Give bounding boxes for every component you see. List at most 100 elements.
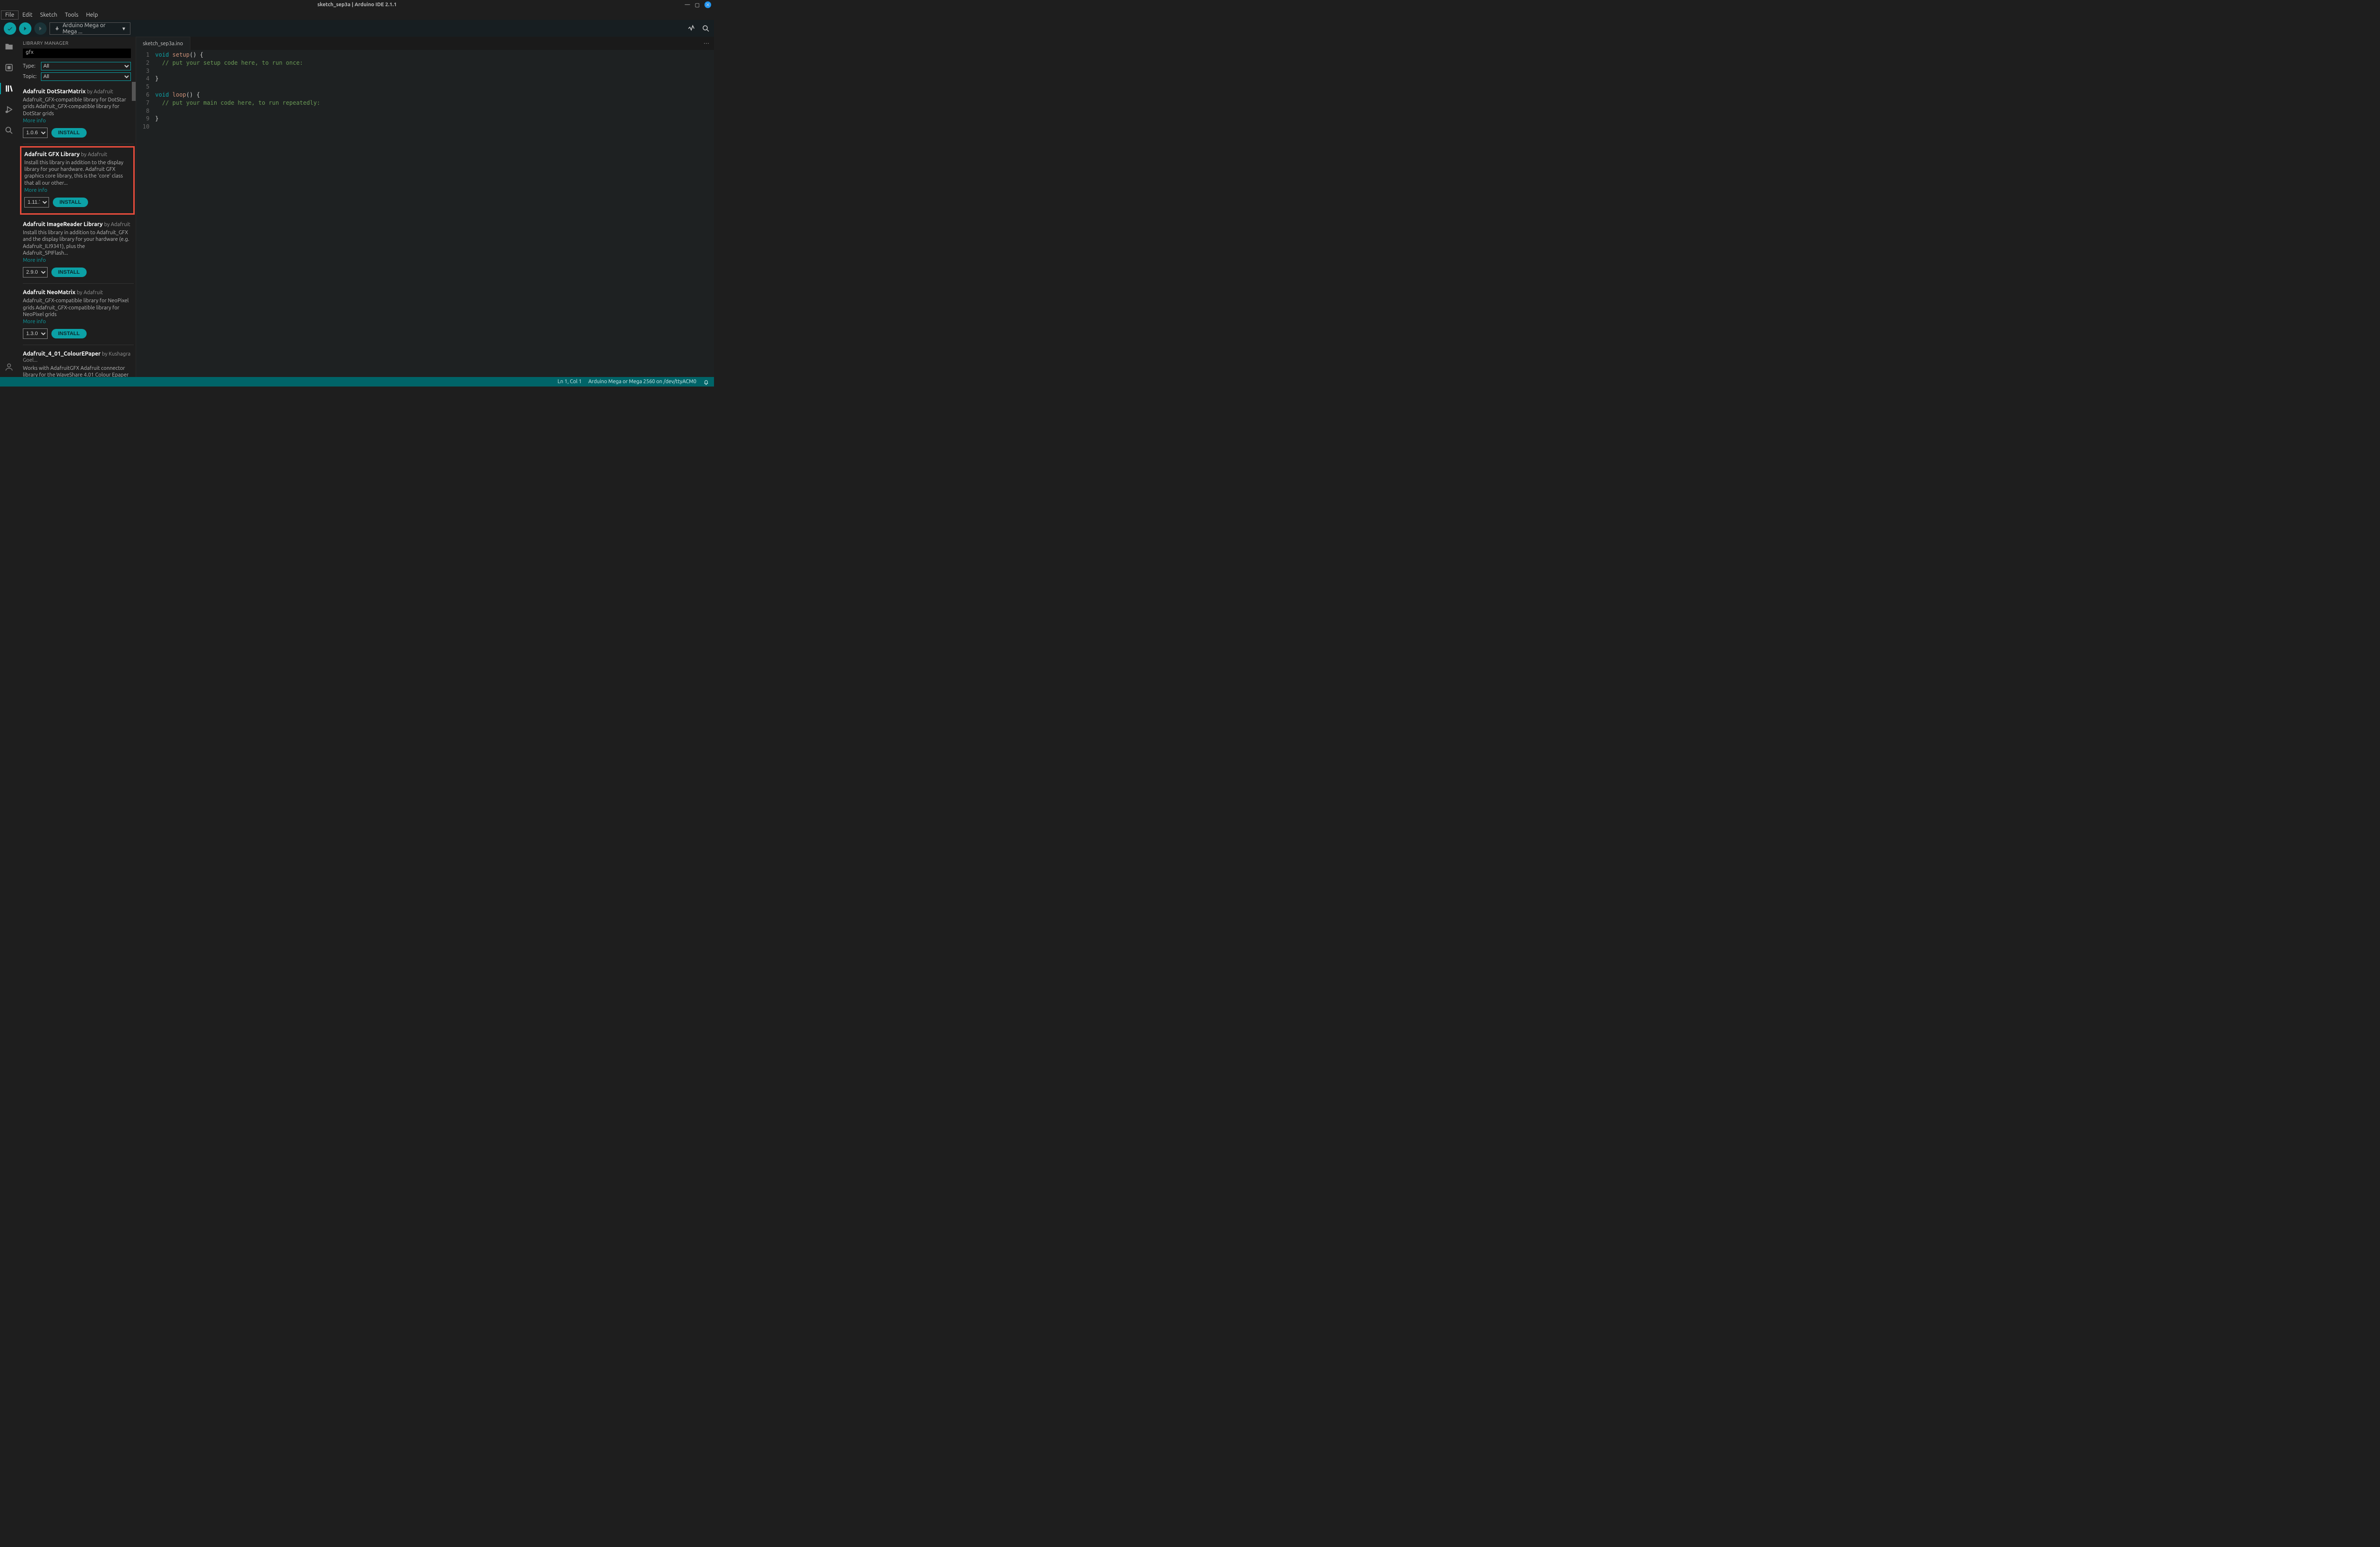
play-debug-icon [37, 25, 44, 32]
status-cursor[interactable]: Ln 1, Col 1 [557, 379, 582, 385]
chevron-down-icon: ▾ [122, 25, 125, 32]
line-number: 7 [136, 99, 149, 107]
filter-topic-row: Topic: All [18, 71, 136, 82]
code-line[interactable]: void loop() { [155, 91, 714, 99]
tab-sketch[interactable]: sketch_sep3a.ino [136, 37, 190, 50]
library-manager-panel: LIBRARY MANAGER gfx Type: All Topic: All… [18, 37, 136, 377]
menu-edit[interactable]: Edit [19, 11, 36, 19]
code-content[interactable]: void setup() { // put your setup code he… [155, 51, 714, 377]
library-manager-icon[interactable] [4, 83, 14, 94]
close-icon[interactable]: ✕ [704, 1, 711, 8]
library-description: Works with AdafruitGFX Adafruit connecto… [23, 365, 131, 377]
library-item[interactable]: Adafruit ImageReader Library by Adafruit… [23, 218, 134, 284]
account-icon[interactable] [4, 362, 14, 372]
install-button[interactable]: INSTALL [53, 198, 88, 207]
line-number: 9 [136, 115, 149, 123]
library-author: by Adafruit [77, 290, 103, 296]
library-description: Adafruit_GFX-compatible library for NeoP… [23, 298, 131, 318]
verify-button[interactable] [4, 22, 16, 35]
filter-type-label: Type: [23, 63, 38, 69]
code-line[interactable]: // put your setup code here, to run once… [155, 59, 714, 67]
code-line[interactable]: // put your main code here, to run repea… [155, 99, 714, 107]
library-name: Adafruit NeoMatrix [23, 289, 76, 296]
install-button[interactable]: INSTALL [51, 329, 87, 338]
toolbar: Arduino Mega or Mega ... ▾ [0, 20, 714, 37]
panel-header: LIBRARY MANAGER [18, 37, 136, 48]
version-select[interactable]: 2.9.0 [23, 267, 48, 278]
code-line[interactable] [155, 107, 714, 115]
filter-type-select[interactable]: All [41, 62, 131, 70]
filter-topic-select[interactable]: All [41, 72, 131, 81]
menubar: File Edit Sketch Tools Help [0, 10, 714, 20]
menu-help[interactable]: Help [82, 11, 102, 19]
main-area: LIBRARY MANAGER gfx Type: All Topic: All… [0, 37, 714, 377]
menu-file[interactable]: File [1, 10, 19, 20]
code-editor[interactable]: 12345678910 void setup() { // put your s… [136, 50, 714, 377]
library-item[interactable]: Adafruit NeoMatrix by Adafruit Adafruit_… [23, 286, 134, 345]
status-board[interactable]: Arduino Mega or Mega 2560 on /dev/ttyACM… [588, 379, 696, 385]
library-description: Install this library in addition to Adaf… [23, 229, 131, 257]
code-line[interactable]: void setup() { [155, 51, 714, 59]
version-select[interactable]: 1.0.6 [23, 128, 48, 138]
code-line[interactable]: } [155, 75, 714, 83]
editor-area: sketch_sep3a.ino ⋯ 12345678910 void setu… [136, 37, 714, 377]
tab-overflow-icon[interactable]: ⋯ [699, 37, 714, 50]
line-number: 2 [136, 59, 149, 67]
notification-bell-icon[interactable] [703, 379, 709, 385]
version-select[interactable]: 1.11.7 [24, 197, 49, 208]
library-item[interactable]: Adafruit DotStarMatrix by Adafruit Adafr… [23, 85, 134, 144]
library-item[interactable]: Adafruit GFX Library by Adafruit Install… [20, 146, 135, 215]
usb-icon [55, 25, 60, 32]
line-number: 6 [136, 91, 149, 99]
line-number: 10 [136, 123, 149, 131]
library-search-input[interactable]: gfx [23, 49, 131, 58]
debug-button[interactable] [34, 22, 47, 35]
code-line[interactable] [155, 67, 714, 75]
maximize-icon[interactable]: ▢ [695, 2, 700, 8]
upload-button[interactable] [19, 22, 31, 35]
debug-icon[interactable] [4, 104, 14, 115]
line-gutter: 12345678910 [136, 51, 155, 377]
install-button[interactable]: INSTALL [51, 128, 87, 138]
minimize-icon[interactable]: — [685, 2, 690, 8]
line-number: 8 [136, 107, 149, 115]
code-line[interactable]: } [155, 115, 714, 123]
code-line[interactable] [155, 83, 714, 91]
line-number: 5 [136, 83, 149, 91]
window-title: sketch_sep3a | Arduino IDE 2.1.1 [317, 2, 397, 8]
line-number: 3 [136, 67, 149, 75]
titlebar: sketch_sep3a | Arduino IDE 2.1.1 — ▢ ✕ [0, 0, 714, 10]
search-icon[interactable] [4, 125, 14, 136]
filter-type-row: Type: All [18, 61, 136, 71]
more-info-link[interactable]: More info [23, 118, 131, 124]
activity-bar [0, 37, 18, 377]
arrow-right-icon [22, 25, 29, 32]
more-info-link[interactable]: More info [23, 258, 131, 263]
menu-tools[interactable]: Tools [61, 11, 82, 19]
library-name: Adafruit ImageReader Library [23, 221, 103, 228]
more-info-link[interactable]: More info [23, 319, 131, 325]
toolbar-right [687, 24, 710, 33]
serial-monitor-icon[interactable] [702, 24, 710, 33]
library-item[interactable]: Adafruit_4_01_ColourEPaper by Kushagra G… [23, 347, 134, 377]
scrollbar[interactable] [132, 82, 136, 101]
serial-plotter-icon[interactable] [687, 24, 696, 33]
window-controls: — ▢ ✕ [685, 1, 711, 8]
sketchbook-icon[interactable] [4, 41, 14, 52]
line-number: 1 [136, 51, 149, 59]
menu-sketch[interactable]: Sketch [36, 11, 61, 19]
boards-manager-icon[interactable] [4, 62, 14, 73]
library-description: Adafruit_GFX-compatible library for DotS… [23, 97, 131, 117]
code-line[interactable] [155, 123, 714, 131]
library-author: by Adafruit [81, 152, 107, 158]
version-select[interactable]: 1.3.0 [23, 328, 48, 339]
install-button[interactable]: INSTALL [51, 268, 87, 277]
library-list[interactable]: Adafruit DotStarMatrix by Adafruit Adafr… [18, 82, 136, 377]
more-info-link[interactable]: More info [24, 188, 130, 193]
library-name: Adafruit DotStarMatrix [23, 89, 86, 95]
filter-topic-label: Topic: [23, 74, 38, 79]
library-author: by Adafruit [104, 222, 130, 228]
board-selector[interactable]: Arduino Mega or Mega ... ▾ [50, 22, 130, 35]
library-author: by Adafruit [87, 89, 113, 95]
check-icon [7, 25, 13, 32]
